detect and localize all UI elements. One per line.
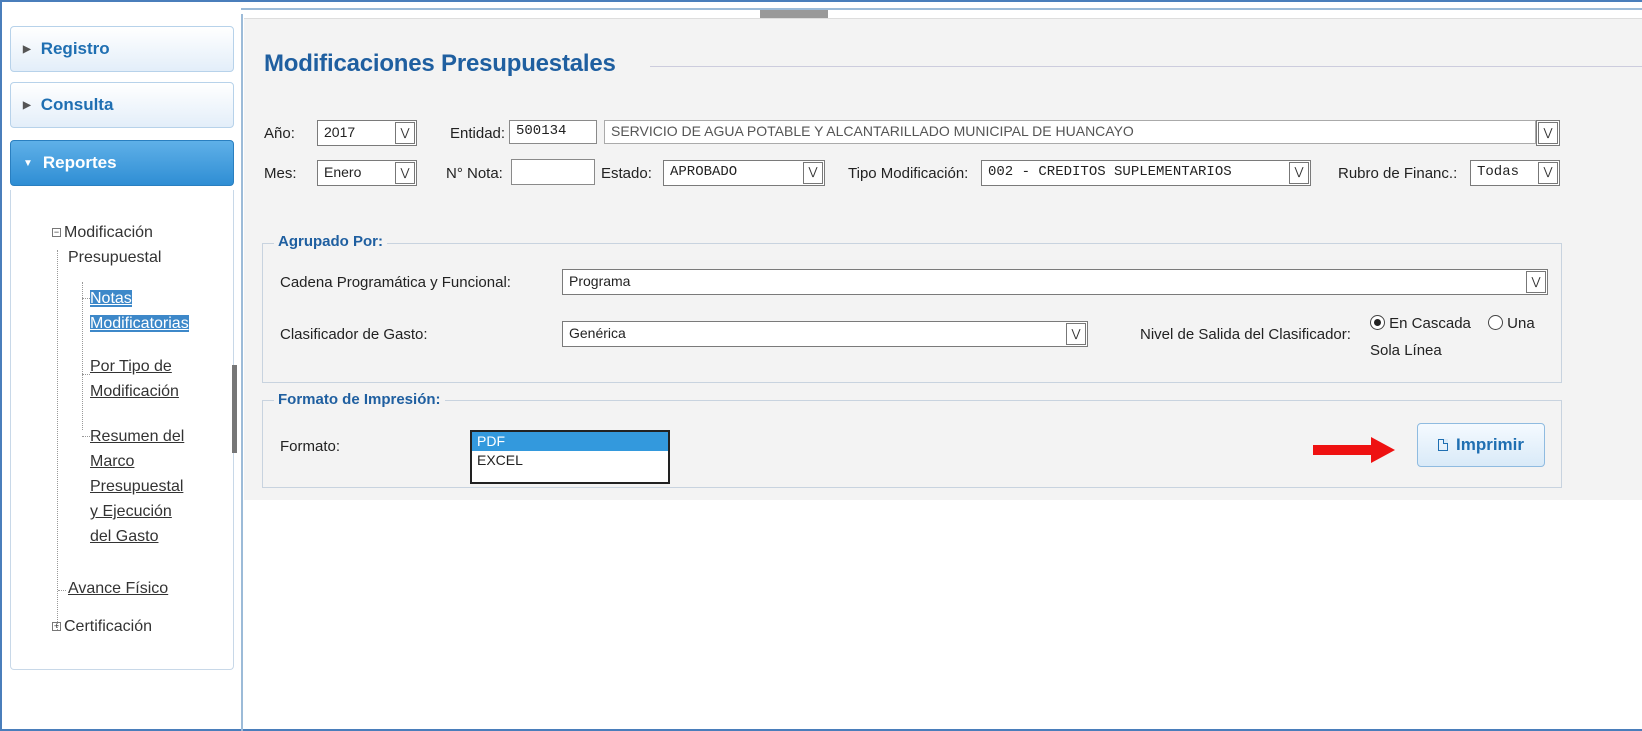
rubro-label: Rubro de Financ.: [1338,165,1458,182]
page-title: Modificaciones Presupuestales [264,50,616,77]
cadena-label: Cadena Programática y Funcional: [280,274,511,291]
cadena-value: Programa [569,273,631,289]
clasificador-value: Genérica [569,325,626,341]
sidebar-section-label: Consulta [40,95,114,114]
content-border [241,14,243,731]
clasificador-label: Clasificador de Gasto: [280,326,428,343]
document-icon [1437,439,1448,451]
tree-link-label[interactable]: Modificación [90,383,179,400]
sidebar-section-registro[interactable]: ▶ Registro [10,26,234,72]
radio-cascada-label: En Cascada [1389,315,1471,332]
tree-line [82,282,83,430]
formato-option-excel[interactable]: EXCEL [472,451,668,470]
expand-icon[interactable]: + [52,622,61,631]
agrupado-fieldset [262,243,1562,383]
chevron-down-icon[interactable]: ⋁ [1526,271,1546,293]
chevron-down-icon[interactable]: ⋁ [1289,162,1309,184]
tree-item-por-tipo[interactable]: Por Tipo de Modificación [90,354,179,404]
red-arrow-annotation [1313,437,1395,463]
tree-link-label[interactable]: Resumen del [90,428,184,445]
tipo-select[interactable]: 002 - CREDITOS SUPLEMENTARIOS ⋁ [981,160,1311,186]
tree-link-label[interactable]: Avance Físico [68,580,168,597]
entidad-code-field[interactable]: 500134 [509,120,597,144]
tree-link-label[interactable]: Presupuestal [90,478,183,495]
tree-link-label[interactable]: Por Tipo de [90,358,172,375]
sidebar-splitter[interactable] [232,365,237,453]
tree-link-label[interactable]: del Gasto [90,528,158,545]
clasificador-select[interactable]: Genérica ⋁ [562,321,1088,347]
tree-item-resumen[interactable]: Resumen del Marco Presupuestal y Ejecuci… [90,424,184,549]
tree-line [57,250,58,630]
caret-right-icon: ▶ [23,99,31,111]
tree-link-label[interactable]: Marco [90,453,134,470]
formato-listbox[interactable]: PDF EXCEL [470,430,670,484]
mes-label: Mes: [264,165,297,182]
chevron-down-icon[interactable]: ⋁ [395,162,415,184]
tree-item-label: Modificación [64,224,153,241]
anio-select[interactable]: 2017 ⋁ [317,120,417,146]
top-border [241,8,1642,10]
tipo-label: Tipo Modificación: [848,165,969,182]
imprimir-label: Imprimir [1455,435,1525,454]
tree-item-notas-modificatorias[interactable]: Notas Modificatorias [90,286,189,336]
caret-right-icon: ▶ [23,43,31,55]
top-collapse-handle[interactable] [760,10,828,18]
chevron-down-icon[interactable]: ⋁ [1538,162,1558,184]
caret-down-icon: ▼ [23,157,33,169]
formato-option-pdf[interactable]: PDF [472,432,668,451]
estado-value: APROBADO [670,164,738,180]
sidebar-section-label: Reportes [42,153,117,172]
tree-link-label[interactable]: y Ejecución [90,503,172,520]
tree-item-avance[interactable]: Avance Físico [68,576,168,601]
mes-value: Enero [324,164,362,180]
tree-item-label: Presupuestal [68,249,162,266]
radio-una-linea[interactable]: Una [1488,315,1535,332]
nota-label: N° Nota: [446,165,503,182]
radio-una-label-line2: Sola Línea [1370,342,1442,359]
cadena-select[interactable]: Programa ⋁ [562,269,1548,295]
tree-item-label: Certificación [64,618,153,635]
estado-label: Estado: [601,165,652,182]
tree-item-modificacion[interactable]: − Modificación Presupuestal [52,220,161,270]
tree-link-label[interactable]: Notas [90,290,132,307]
imprimir-button[interactable]: Imprimir [1417,423,1545,467]
chevron-down-icon[interactable]: ⋁ [1066,323,1086,345]
formato-legend: Formato de Impresión: [274,391,445,408]
radio-button-unchecked[interactable] [1488,315,1503,330]
entidad-dropdown[interactable]: ⋁ [1536,120,1560,146]
chevron-down-icon[interactable]: ⋁ [1538,122,1558,144]
agrupado-legend: Agrupado Por: [274,233,387,250]
tree-link-label[interactable]: Modificatorias [90,315,189,332]
anio-label: Año: [264,125,295,142]
radio-una-label: Una [1507,315,1535,332]
tree-branch [82,374,90,375]
collapse-icon[interactable]: − [52,228,61,237]
tree-branch [82,298,90,299]
sidebar-section-label: Registro [40,39,110,58]
rubro-value: Todas [1477,164,1520,180]
chevron-down-icon[interactable]: ⋁ [395,122,415,144]
formato-label: Formato: [280,438,341,455]
radio-cascada[interactable]: En Cascada [1370,315,1471,332]
nivel-label: Nivel de Salida del Clasificador: [1140,326,1351,343]
chevron-down-icon[interactable]: ⋁ [803,162,823,184]
sidebar-section-reportes[interactable]: ▼ Reportes [10,140,234,186]
mes-select[interactable]: Enero ⋁ [317,160,417,186]
nota-field[interactable] [511,159,595,185]
tree-branch [82,436,90,437]
tree-item-certificacion[interactable]: + Certificación [52,614,152,639]
anio-value: 2017 [324,124,356,140]
entidad-name-field: SERVICIO DE AGUA POTABLE Y ALCANTARILLAD… [604,120,1536,144]
tree-branch [58,590,66,591]
entidad-label: Entidad: [450,125,506,142]
estado-select[interactable]: APROBADO ⋁ [663,160,825,186]
sidebar-section-consulta[interactable]: ▶ Consulta [10,82,234,128]
radio-button-checked[interactable] [1370,315,1385,330]
rubro-select[interactable]: Todas ⋁ [1470,160,1560,186]
tipo-value: 002 - CREDITOS SUPLEMENTARIOS [988,164,1232,180]
title-divider [650,66,1642,67]
